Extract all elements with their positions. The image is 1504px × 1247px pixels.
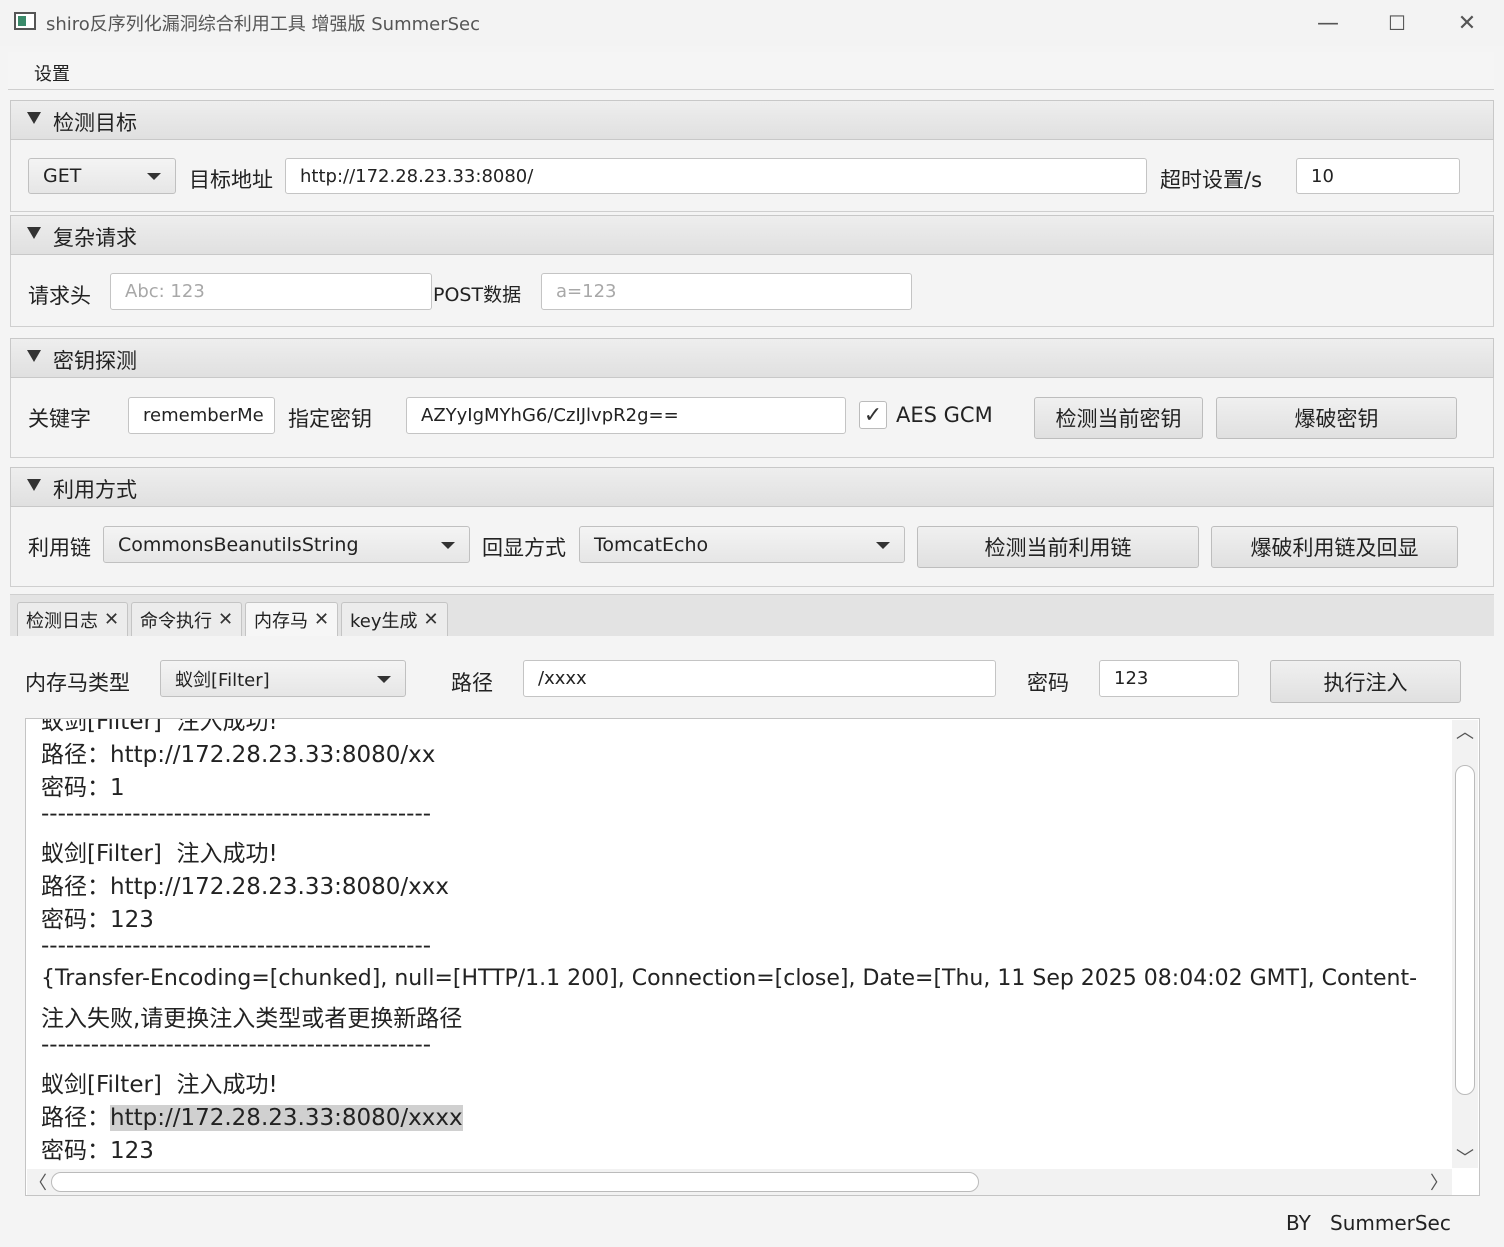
scroll-left-icon[interactable]: 〈 (27, 1169, 49, 1195)
collapse-triangle-icon (27, 112, 41, 124)
chain-label: 利用链 (28, 536, 91, 560)
timeout-label: 超时设置/s (1160, 168, 1263, 192)
brute-key-button[interactable]: 爆破密钥 (1216, 397, 1457, 439)
tab-label: key生成 (350, 610, 418, 632)
menu-bar: 设置 (8, 52, 1494, 90)
checkmark-icon: ✓ (863, 402, 883, 428)
header-label: 请求头 (28, 284, 91, 308)
check-chain-button[interactable]: 检测当前利用链 (917, 526, 1199, 568)
maximize-button[interactable]: ☐ (1367, 4, 1427, 42)
close-button[interactable]: ✕ (1437, 4, 1497, 42)
log-line: 密码：123 (41, 907, 154, 933)
section-exploit-title: 利用方式 (53, 478, 137, 502)
tab-memshell[interactable]: 内存马 ✕ (245, 602, 339, 636)
log-line: 蚁剑[Filter] 注入成功! (41, 718, 278, 735)
chevron-down-icon (876, 541, 890, 549)
post-data-label: POST数据 (433, 284, 522, 306)
log-line: ----------------------------------------… (41, 801, 432, 827)
aes-gcm-checkbox[interactable]: ✓ (859, 401, 887, 429)
keyword-label: 关键字 (28, 407, 91, 431)
section-key-header[interactable]: 密钥探测 (10, 338, 1494, 378)
log-line: 路径：http://172.28.23.33:8080/xxxx (41, 1098, 463, 1132)
section-exploit-header[interactable]: 利用方式 (10, 467, 1494, 507)
brute-chain-button[interactable]: 爆破利用链及回显 (1211, 526, 1458, 568)
log-line: ----------------------------------------… (41, 933, 432, 959)
collapse-triangle-icon (27, 479, 41, 491)
close-icon[interactable]: ✕ (218, 609, 233, 630)
gadget-chain-value: CommonsBeanutilsString (118, 533, 359, 556)
request-header-input[interactable]: Abc: 123 (110, 273, 432, 310)
window-title: shiro反序列化漏洞综合利用工具 增强版 SummerSec (46, 14, 481, 35)
post-data-input[interactable]: a=123 (541, 273, 912, 310)
log-line-prefix: 路径： (41, 1105, 110, 1131)
memshell-type-label: 内存马类型 (25, 671, 130, 695)
log-line: 密码：123 (41, 1138, 154, 1164)
check-key-button[interactable]: 检测当前密钥 (1034, 397, 1203, 439)
log-line: 路径：http://172.28.23.33:8080/xxx (41, 874, 449, 900)
collapse-triangle-icon (27, 227, 41, 239)
section-target-title: 检测目标 (53, 111, 137, 135)
close-icon[interactable]: ✕ (424, 609, 439, 630)
inject-button[interactable]: 执行注入 (1270, 660, 1461, 703)
section-complex-title: 复杂请求 (53, 226, 137, 250)
footer-by: BY (1286, 1211, 1311, 1235)
tab-detection-log[interactable]: 检测日志 ✕ (17, 602, 129, 636)
path-label: 路径 (451, 671, 493, 695)
section-key-title: 密钥探测 (53, 349, 137, 373)
collapse-triangle-icon (27, 350, 41, 362)
memshell-type-select[interactable]: 蚁剑[Filter] (160, 660, 406, 697)
section-target-header[interactable]: 检测目标 (10, 100, 1494, 140)
path-input[interactable]: /xxxx (523, 660, 996, 697)
scroll-right-icon[interactable]: 〉 (1428, 1169, 1450, 1195)
specified-key-label: 指定密钥 (288, 407, 372, 431)
log-line: 密码：1 (41, 775, 125, 801)
log-line: 注入失败,请更换注入类型或者更换新路径 (41, 1006, 463, 1032)
chevron-down-icon (441, 541, 455, 549)
echo-method-select[interactable]: TomcatEcho (579, 526, 905, 563)
log-line: ----------------------------------------… (41, 1032, 432, 1058)
minimize-button[interactable]: — (1298, 4, 1358, 42)
section-complex-header[interactable]: 复杂请求 (10, 215, 1494, 255)
timeout-input[interactable]: 10 (1296, 158, 1460, 194)
log-line: {Transfer-Encoding=[chunked], null=[HTTP… (41, 966, 1418, 991)
horizontal-scroll-thumb[interactable] (51, 1172, 979, 1192)
password-input[interactable]: 123 (1099, 660, 1239, 697)
scroll-up-icon[interactable]: ︿ (1452, 720, 1478, 743)
log-output[interactable]: 蚁剑[Filter] 注入成功! 路径：http://172.28.23.33:… (25, 718, 1480, 1196)
chevron-down-icon (147, 173, 161, 180)
footer-author: SummerSec (1330, 1211, 1451, 1235)
close-icon[interactable]: ✕ (104, 609, 119, 630)
chevron-down-icon (377, 675, 391, 683)
method-value: GET (43, 165, 82, 187)
vertical-scroll-thumb[interactable] (1455, 765, 1475, 1095)
scroll-down-icon[interactable]: ﹀ (1452, 1146, 1478, 1169)
log-line: 蚁剑[Filter] 注入成功! (41, 1072, 278, 1098)
gadget-chain-select[interactable]: CommonsBeanutilsString (103, 526, 470, 563)
log-line: 路径：http://172.28.23.33:8080/xx (41, 742, 436, 768)
memshell-type-value: 蚁剑[Filter] (175, 669, 270, 691)
echo-method-value: TomcatEcho (594, 533, 709, 556)
close-icon[interactable]: ✕ (314, 609, 329, 630)
echo-label: 回显方式 (482, 536, 566, 560)
selected-text: http://172.28.23.33:8080/xxxx (110, 1105, 463, 1131)
tab-label: 命令执行 (140, 610, 212, 632)
keyword-input[interactable]: rememberMe (128, 397, 275, 434)
url-label: 目标地址 (189, 168, 273, 192)
menu-settings[interactable]: 设置 (34, 60, 70, 86)
password-label: 密码 (1027, 671, 1069, 695)
tab-label: 检测日志 (26, 610, 98, 632)
aes-gcm-label: AES GCM (896, 403, 993, 427)
tab-command-exec[interactable]: 命令执行 ✕ (131, 602, 243, 636)
tab-key-gen[interactable]: key生成 ✕ (341, 602, 448, 636)
tab-label: 内存马 (254, 610, 308, 632)
method-select[interactable]: GET (28, 158, 176, 194)
log-line: 蚁剑[Filter] 注入成功! (41, 841, 278, 867)
key-input[interactable]: AZYyIgMYhG6/CzIJlvpR2g== (406, 397, 846, 434)
target-url-input[interactable]: http://172.28.23.33:8080/ (285, 158, 1147, 194)
app-icon (14, 12, 36, 30)
